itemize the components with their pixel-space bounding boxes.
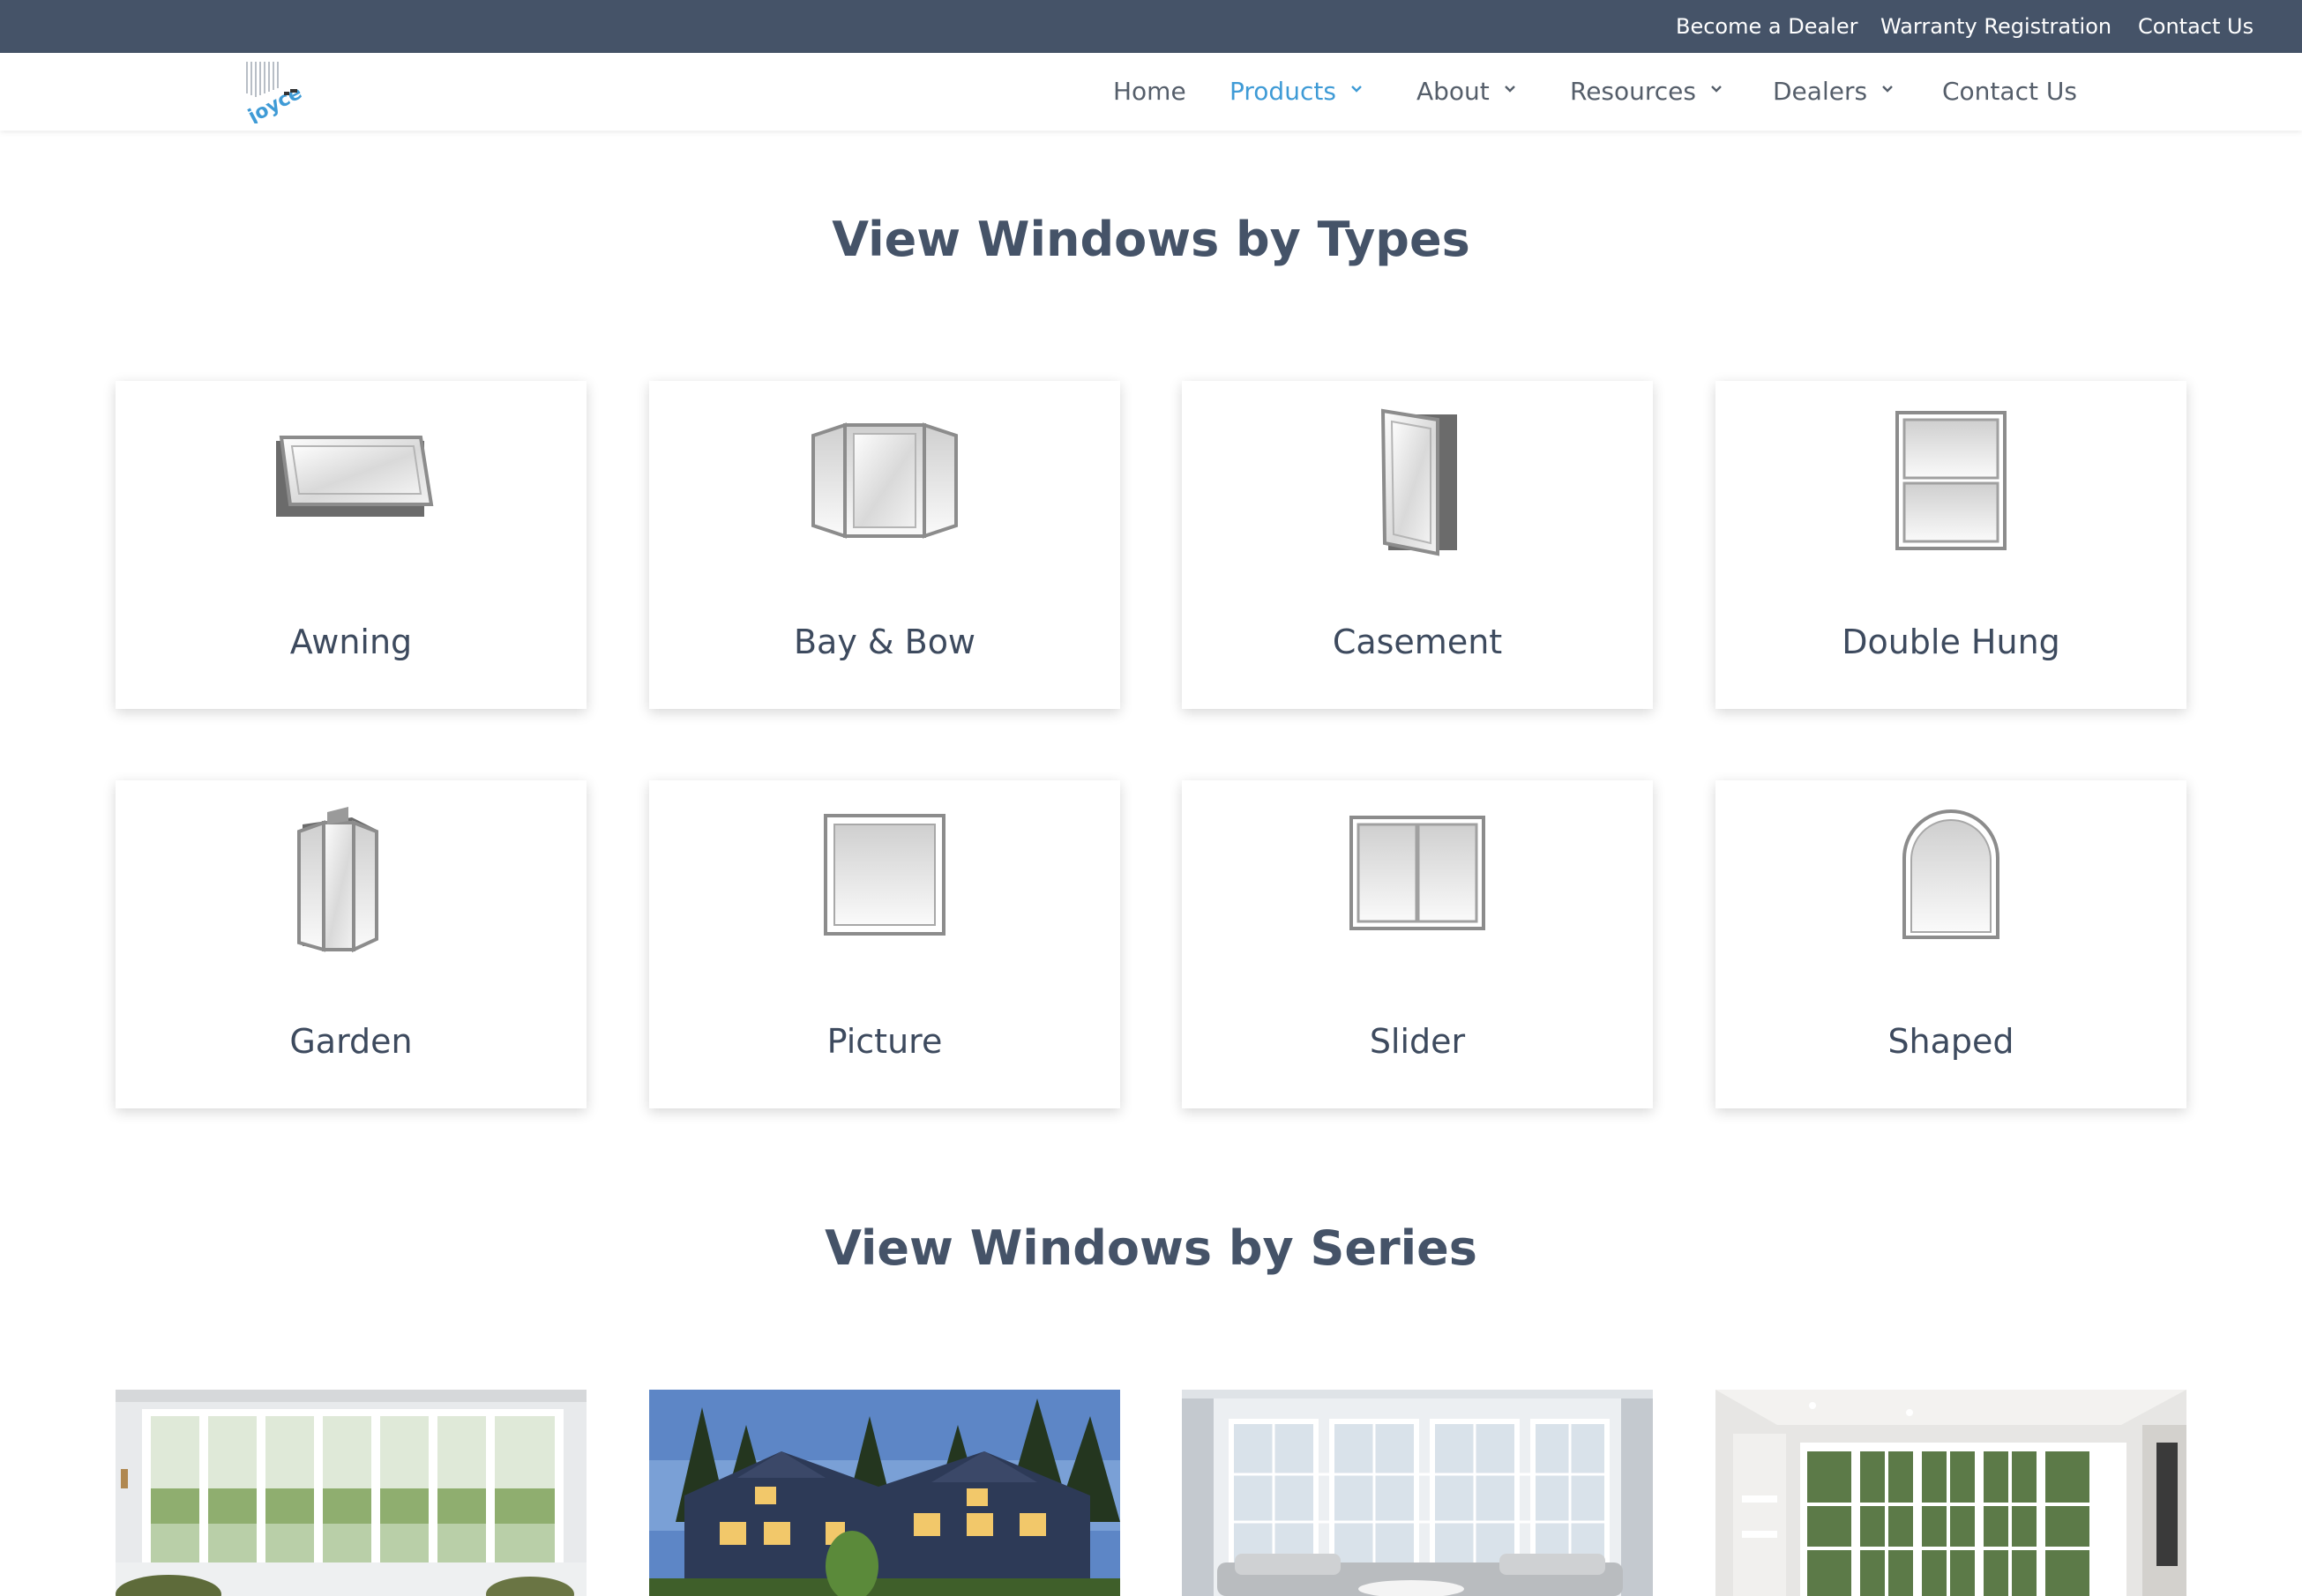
window-type-card-shaped[interactable]: Shaped [1715,780,2186,1108]
series-image-2[interactable] [649,1390,1120,1596]
card-label: Garden [289,1022,413,1061]
picture-window-icon [824,814,945,936]
series-image-3[interactable] [1182,1390,1653,1596]
series-section-title: View Windows by Series [825,1220,1477,1276]
nav-dealers[interactable]: Dealers [1773,53,1894,131]
window-type-card-awning[interactable]: Awning [116,381,587,709]
nav-products-label: Products [1229,77,1336,106]
top-contact-us-link[interactable]: Contact Us [2138,0,2253,53]
series-photo-living-room [1182,1390,1653,1596]
chevron-down-icon [1711,86,1722,93]
slider-window-icon [1349,816,1485,930]
double-hung-window-icon [1895,411,2007,550]
become-dealer-link[interactable]: Become a Dealer [1676,0,1857,53]
card-label: Picture [826,1022,943,1061]
card-label: Double Hung [1842,623,2060,661]
series-image-4[interactable] [1715,1390,2186,1596]
card-label: Casement [1332,623,1503,661]
series-photo-great-room [1715,1390,2186,1596]
nav-contact-us[interactable]: Contact Us [1942,53,2077,131]
nav-home[interactable]: Home [1113,53,1186,131]
card-label: Slider [1369,1022,1466,1061]
chevron-down-icon [1882,86,1893,93]
shaped-window-icon [1902,809,1999,939]
window-type-card-slider[interactable]: Slider [1182,780,1653,1108]
nav-about-label: About [1416,77,1490,106]
bay-bow-window-icon [811,422,958,539]
window-type-card-bay-bow[interactable]: Bay & Bow [649,381,1120,709]
window-type-card-casement[interactable]: Casement [1182,381,1653,709]
card-label: Shaped [1887,1022,2014,1061]
series-image-1[interactable] [116,1390,587,1596]
nav-dealers-label: Dealers [1773,77,1868,106]
series-photo-house [649,1390,1120,1596]
nav-resources[interactable]: Resources [1570,53,1723,131]
window-type-card-double-hung[interactable]: Double Hung [1715,381,2186,709]
nav-about[interactable]: About [1416,53,1516,131]
top-utility-bar: Become a Dealer Warranty Registration Co… [0,0,2302,53]
types-section-title: View Windows by Types [832,212,1470,267]
window-type-card-picture[interactable]: Picture [649,780,1120,1108]
chevron-down-icon [1351,86,1362,93]
series-photo-sunroom [116,1390,587,1596]
garden-window-icon [297,807,378,953]
card-label: Awning [289,623,413,661]
awning-window-icon [276,436,434,517]
nav-resources-label: Resources [1570,77,1696,106]
chevron-down-icon [1504,86,1515,93]
warranty-registration-link[interactable]: Warranty Registration [1880,0,2111,53]
joyce-logo[interactable]: joyce [240,60,306,129]
nav-products[interactable]: Products [1229,53,1363,131]
casement-window-icon [1380,408,1457,556]
window-type-card-garden[interactable]: Garden [116,780,587,1108]
main-header: joyce Home Products About Resources Deal… [0,53,2302,131]
card-label: Bay & Bow [793,623,976,661]
